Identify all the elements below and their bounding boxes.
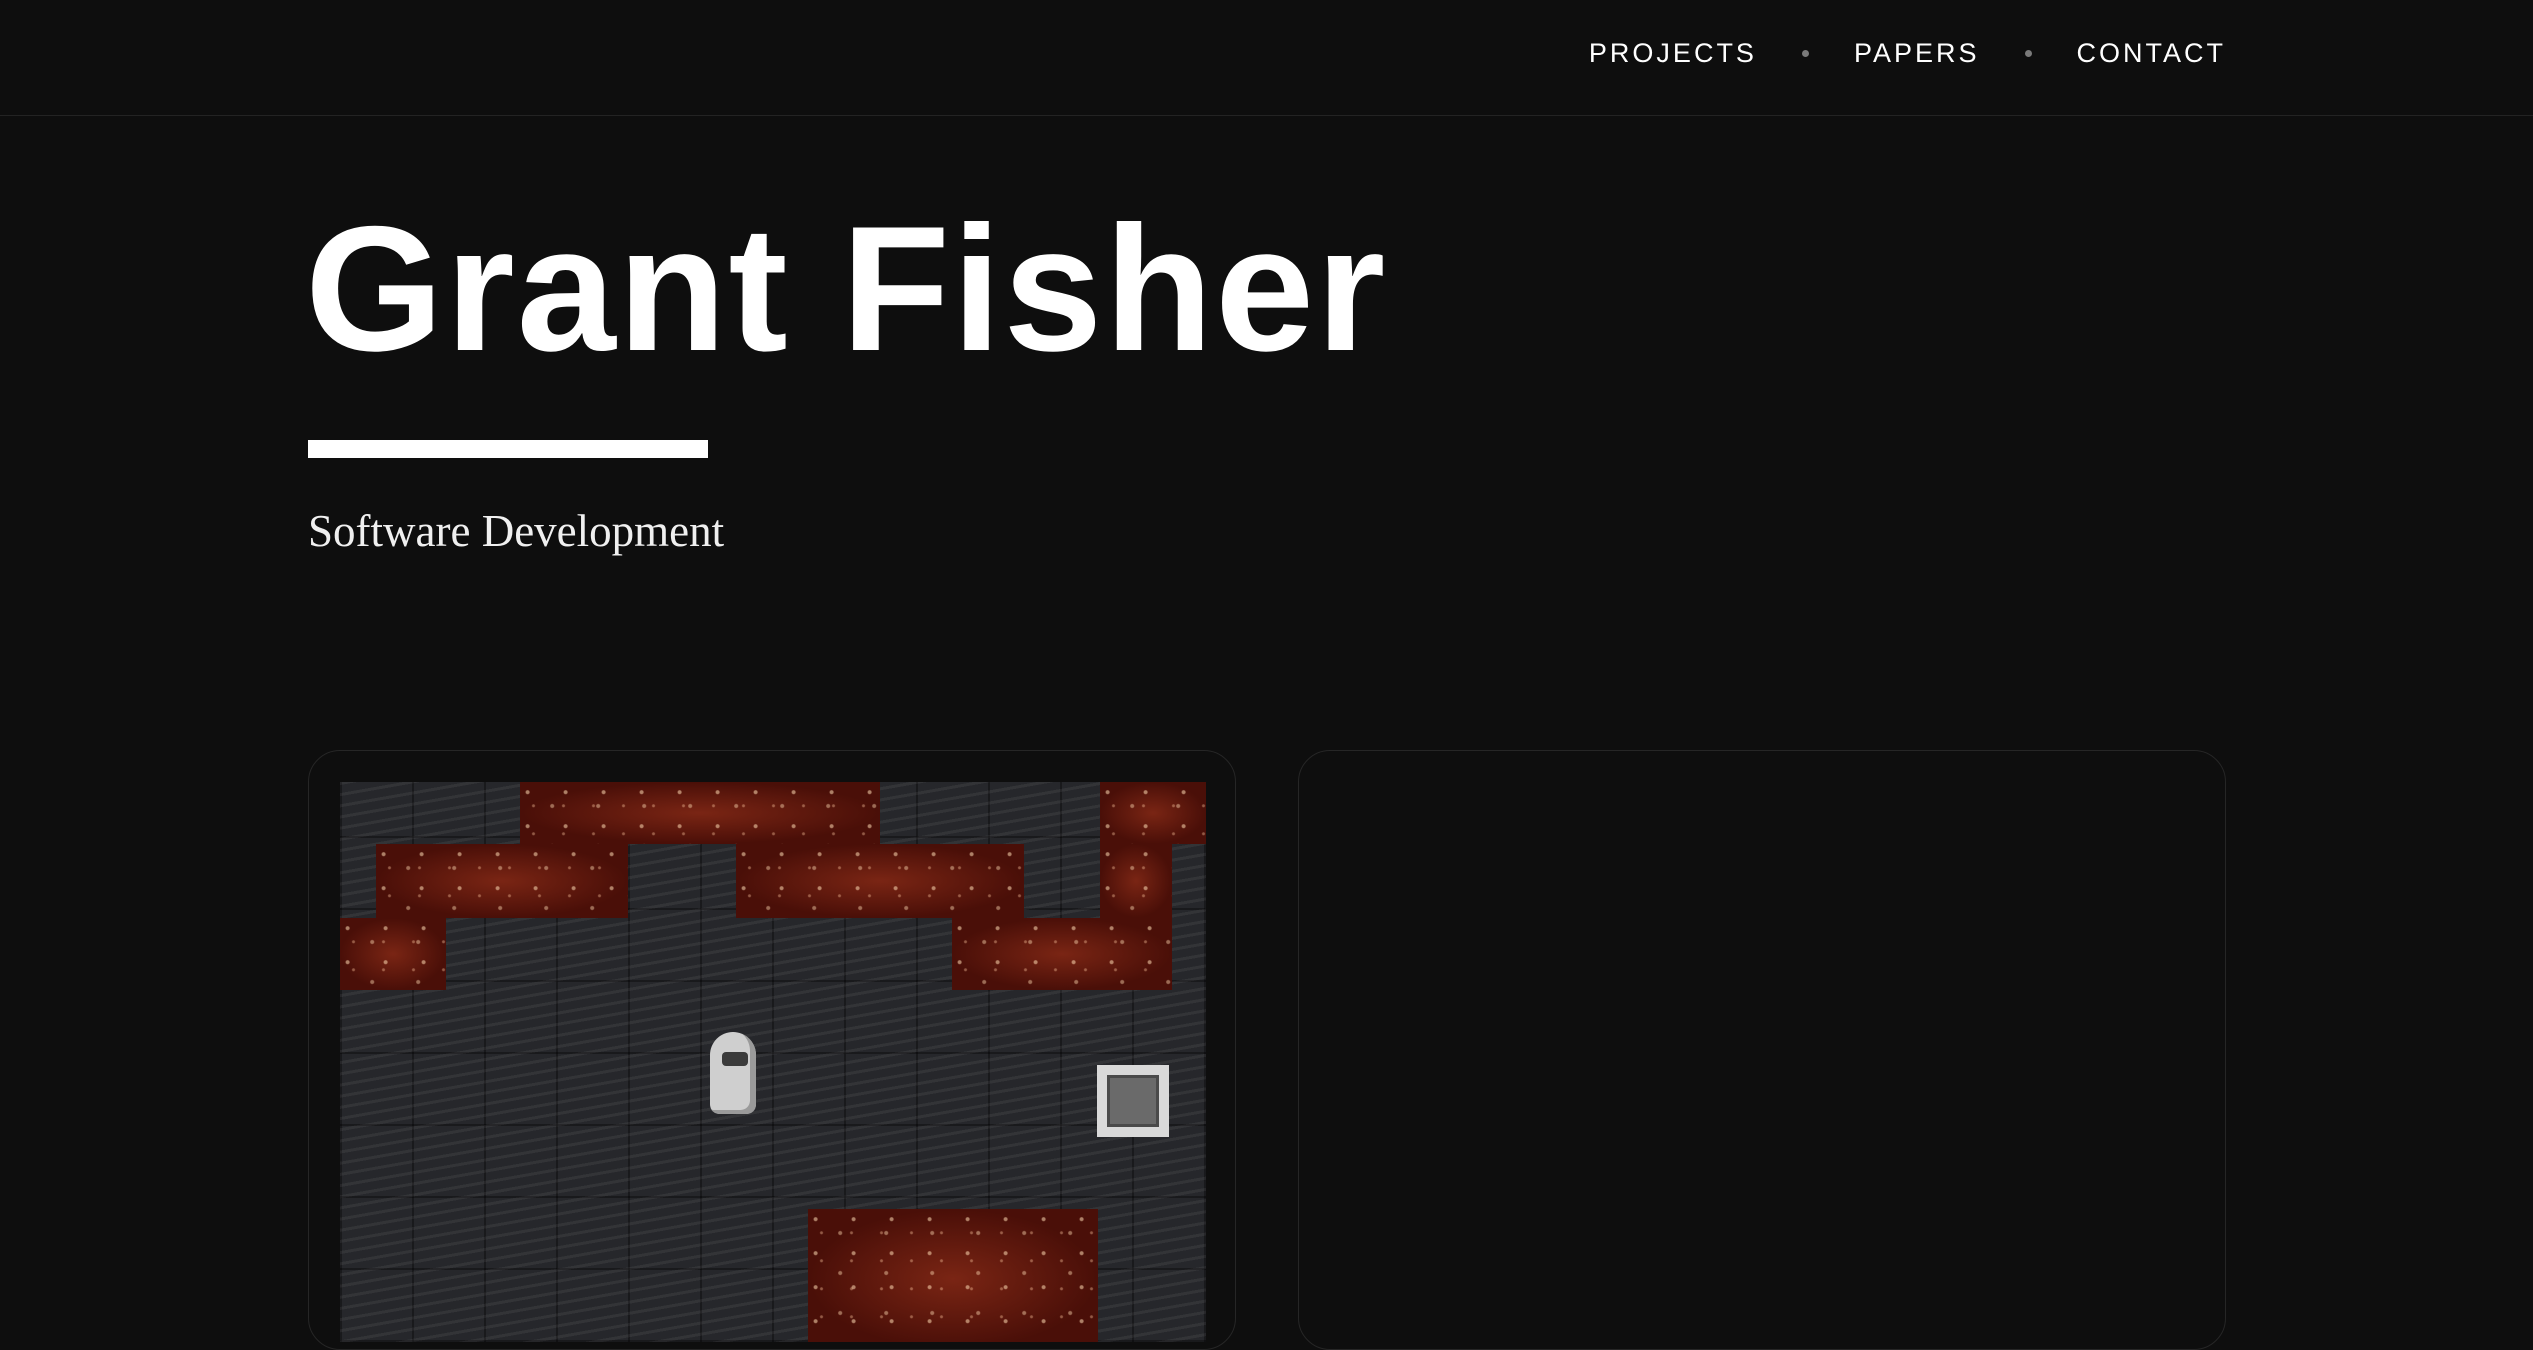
project-card-empty[interactable] bbox=[1298, 750, 2226, 1350]
player-character-icon bbox=[710, 1032, 756, 1114]
project-card[interactable] bbox=[308, 750, 1236, 1350]
nav-papers-link[interactable]: PAPERS bbox=[1854, 38, 1980, 69]
nav-contact-link[interactable]: CONTACT bbox=[2077, 38, 2227, 69]
lava-tile bbox=[340, 918, 446, 990]
project-game-screenshot bbox=[340, 782, 1206, 1342]
lava-tile bbox=[952, 918, 1172, 990]
player-visor bbox=[722, 1052, 748, 1066]
main-nav: PROJECTS PAPERS CONTACT bbox=[1589, 0, 2226, 106]
page-title: Grant Fisher bbox=[305, 189, 1388, 388]
crate-inner bbox=[1107, 1075, 1159, 1127]
crate-icon bbox=[1097, 1065, 1169, 1137]
lava-tile bbox=[1100, 782, 1206, 844]
top-navbar: PROJECTS PAPERS CONTACT bbox=[0, 0, 2533, 116]
page-subtitle: Software Development bbox=[308, 506, 725, 556]
title-underline-divider bbox=[308, 440, 708, 458]
nav-separator-dot bbox=[2024, 49, 2032, 57]
nav-separator-dot bbox=[1801, 49, 1809, 57]
lava-tile bbox=[520, 782, 880, 844]
nav-projects-link[interactable]: PROJECTS bbox=[1589, 38, 1757, 69]
lava-tile bbox=[736, 844, 1024, 918]
lava-tile bbox=[1100, 844, 1172, 918]
lava-tile bbox=[376, 844, 628, 918]
lava-tile bbox=[808, 1209, 1098, 1342]
